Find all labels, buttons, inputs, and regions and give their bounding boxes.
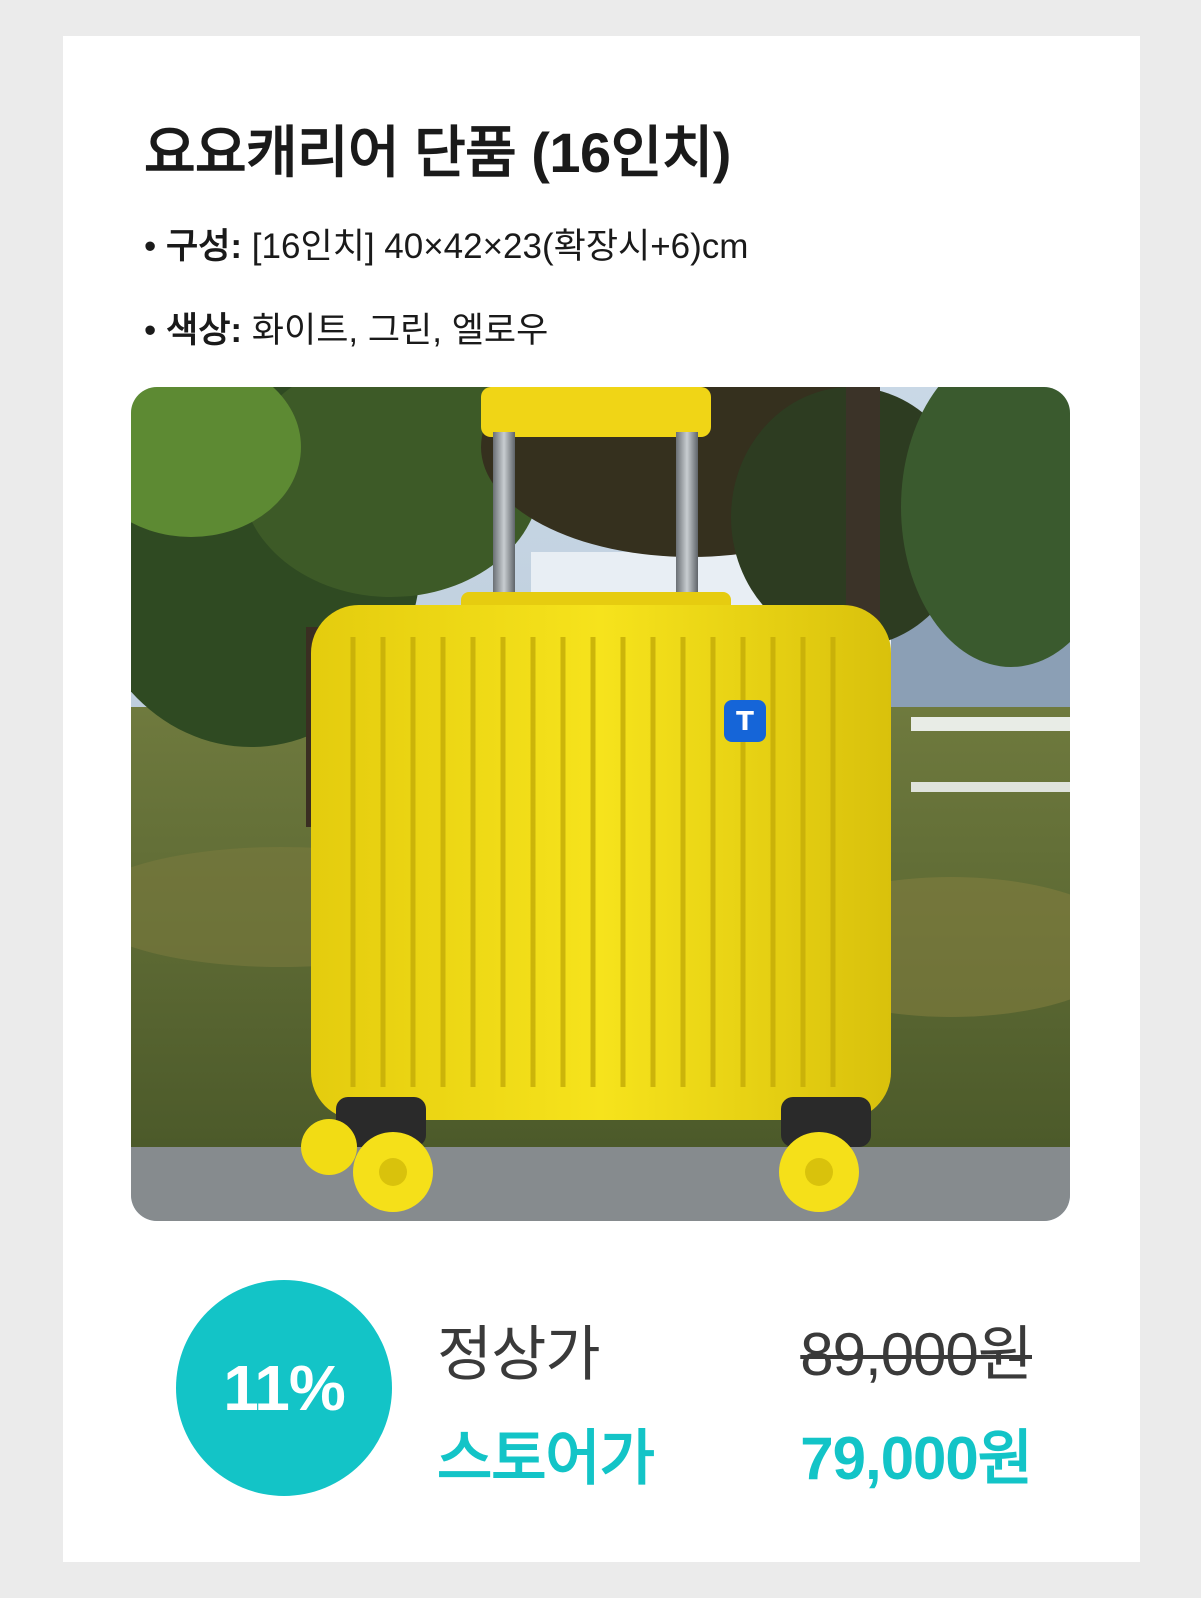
store-price-label: 스토어가	[437, 1425, 655, 1492]
spec-bullet: •	[144, 311, 157, 350]
product-photo: T	[131, 387, 1070, 1221]
spec-value: [16인치] 40×42×23(확장시+6)cm	[251, 227, 749, 266]
suitcase-illustration: T	[131, 387, 1070, 1221]
store-price: 79,000원	[800, 1425, 1033, 1492]
spec-composition: • 구성: [16인치] 40×42×23(확장시+6)cm	[144, 218, 748, 269]
discount-badge: 11%	[176, 1280, 392, 1496]
spec-colors: • 색상: 화이트, 그린, 엘로우	[144, 302, 548, 353]
spec-bullet: •	[144, 227, 157, 266]
spec-key: 구성:	[166, 227, 243, 266]
spec-value: 화이트, 그린, 엘로우	[251, 311, 549, 350]
brand-logo-icon: T	[724, 700, 766, 742]
regular-price-label: 정상가	[437, 1321, 601, 1388]
svg-text:T: T	[736, 707, 754, 737]
spec-key: 색상:	[166, 311, 243, 350]
regular-price: 89,000원	[800, 1321, 1033, 1388]
product-title: 요요캐리어 단품 (16인치)	[144, 121, 731, 184]
